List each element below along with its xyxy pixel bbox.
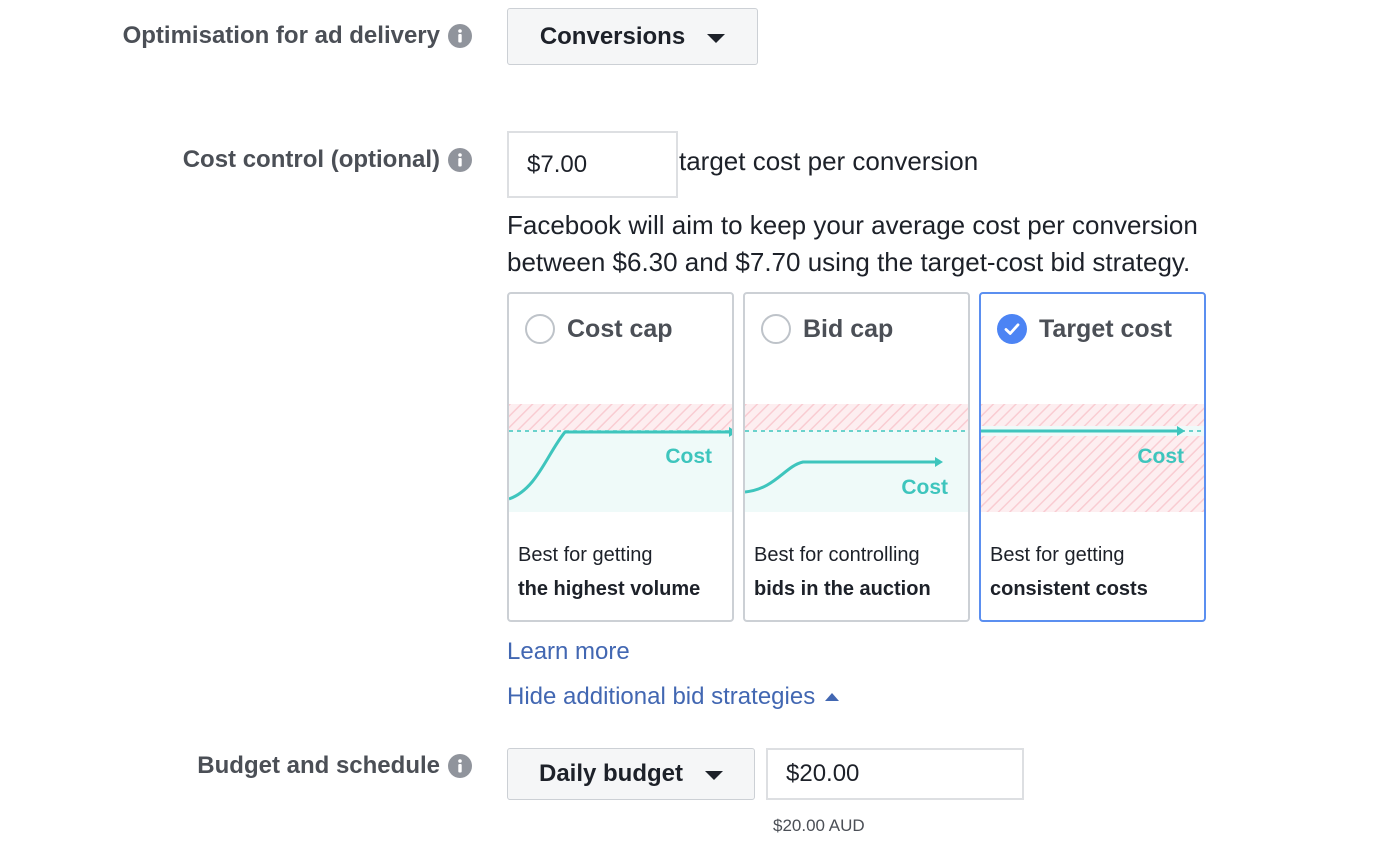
learn-more-link[interactable]: Learn more [507, 638, 630, 666]
optimisation-selected: Conversions [539, 22, 686, 50]
cost-cap-graph: Cost [509, 404, 732, 512]
strategy-card-bid-cap[interactable]: Bid cap Cost Best for controlling bids i… [743, 292, 970, 622]
optimisation-label-group: Optimisation for ad delivery [123, 22, 472, 50]
cost-control-label-group: Cost control (optional) [183, 146, 472, 174]
strategy-line1: Best for getting [518, 544, 653, 566]
graph-cost-label: Cost [1137, 445, 1184, 468]
budget-type-selected: Daily budget [538, 760, 683, 787]
strategy-description: Best for controlling bids in the auction [754, 538, 931, 606]
strategy-card-header: Target cost [997, 314, 1172, 344]
strategy-description: Best for getting the highest volume [518, 538, 700, 606]
caret-down-icon [707, 33, 726, 43]
radio-button[interactable] [525, 314, 555, 344]
strategy-line2: consistent costs [990, 578, 1148, 600]
info-icon[interactable] [448, 148, 472, 172]
target-cost-graph: Cost [981, 404, 1204, 512]
graph-cost-label: Cost [901, 476, 948, 499]
cost-control-label: Cost control (optional) [182, 146, 440, 173]
strategy-line2: bids in the auction [754, 578, 931, 600]
strategy-description: Best for getting consistent costs [990, 538, 1148, 606]
budget-label-group: Budget and schedule [197, 752, 472, 780]
budget-converted-amount: $20.00 AUD [773, 816, 865, 835]
strategy-card-header: Cost cap [525, 314, 673, 344]
graph-cost-label: Cost [665, 445, 712, 468]
target-cost-input[interactable] [507, 131, 678, 198]
strategy-line1: Best for getting [990, 544, 1125, 566]
bid-cap-graph: Cost [745, 404, 968, 512]
radio-button[interactable] [761, 314, 791, 344]
info-icon[interactable] [448, 24, 472, 48]
strategy-line2: the highest volume [518, 578, 701, 600]
hide-bid-strategies-label: Hide additional bid strategies [507, 683, 816, 710]
optimisation-label: Optimisation for ad delivery [122, 22, 440, 49]
caret-up-icon [825, 693, 840, 701]
strategy-card-header: Bid cap [761, 314, 893, 344]
budget-amount-input[interactable] [766, 748, 1024, 800]
caret-down-icon [705, 771, 723, 780]
strategy-line1: Best for controlling [754, 544, 920, 566]
info-icon[interactable] [448, 754, 472, 778]
checkmark-icon [1004, 323, 1020, 335]
cost-control-description: Facebook will aim to keep your average c… [507, 210, 1198, 277]
target-cost-suffix: target cost per conversion [679, 146, 979, 176]
strategy-card-target-cost[interactable]: Target cost Cost Best for getting consis… [979, 292, 1206, 622]
strategy-title: Cost cap [567, 314, 673, 343]
budget-label: Budget and schedule [197, 752, 440, 779]
strategy-title: Bid cap [803, 314, 894, 343]
budget-type-dropdown[interactable]: Daily budget [507, 748, 755, 800]
radio-button-checked[interactable] [997, 314, 1027, 344]
optimisation-dropdown[interactable]: Conversions [507, 8, 758, 65]
strategy-title: Target cost [1039, 314, 1172, 343]
strategy-card-cost-cap[interactable]: Cost cap Cost Best for getting the highe… [507, 292, 734, 622]
hide-bid-strategies-link[interactable]: Hide additional bid strategies [507, 683, 840, 711]
